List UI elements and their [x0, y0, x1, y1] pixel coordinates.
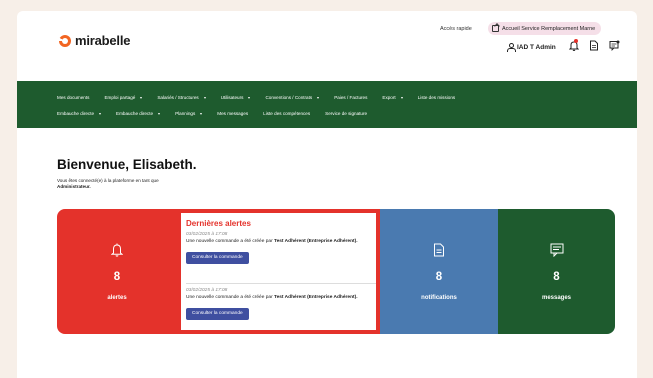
notifications-icon-wrap [380, 243, 498, 257]
caret-down-icon [140, 96, 143, 99]
view-order-button[interactable]: Consulter la commande [186, 308, 249, 321]
alerts-icon-wrap [57, 243, 177, 257]
bell-icon [111, 243, 123, 257]
alerts-count: 8 [113, 271, 121, 283]
alert-message-text: Une nouvelle commande a été créée par [186, 295, 273, 300]
nav-item-missions[interactable]: Liste des missions [418, 95, 456, 100]
nav-label: Utilisateurs [220, 95, 244, 100]
nav-item-documents[interactable]: Mes documents [57, 95, 89, 100]
document-icon [434, 243, 444, 257]
nav-label: Conventions / Contrats [265, 95, 313, 100]
notifications-count: 8 [435, 271, 443, 283]
nav-item-direct-hire-1[interactable]: Embauche directe [57, 111, 102, 116]
nav-item-signature[interactable]: Service de signature [325, 111, 367, 116]
caret-down-icon [200, 112, 203, 115]
messages-icon-wrap [498, 243, 615, 257]
alert-message-author: Test Adhérent (Entreprise Adhérent). [274, 295, 358, 300]
caret-down-icon [99, 112, 102, 115]
nav-item-plannings[interactable]: Plannings [175, 111, 203, 116]
nav-item-employees-structures[interactable]: Salariés / Structures [157, 95, 206, 100]
caret-down-icon [248, 96, 251, 99]
nav-label: Paies / Factures [334, 95, 368, 100]
nav-label: Liste des compétences [263, 111, 311, 116]
document-icon [590, 40, 598, 51]
mirabelle-logo-icon [59, 34, 71, 47]
service-home-label: Accueil Service Remplacement Marne [502, 25, 596, 32]
nav-item-pay-invoices[interactable]: Paies / Factures [334, 95, 367, 100]
connection-role: Administrateur. [57, 184, 91, 189]
user-icon [507, 43, 516, 52]
nav-label: Service de signature [325, 111, 368, 116]
nav-item-skills[interactable]: Liste des compétences [263, 111, 310, 116]
nav-item-export[interactable]: Export [382, 95, 403, 100]
caret-down-icon [158, 112, 161, 115]
header-icons [569, 39, 620, 51]
messages-label: messages [541, 295, 572, 301]
dashboard-cards: 8 alertes Dernières alertes 03/02/2025 à… [57, 209, 615, 334]
nav-item-direct-hire-2[interactable]: Embauche directe [116, 111, 161, 116]
alert-message: Une nouvelle commande a été créée par Te… [186, 239, 374, 245]
recent-alerts-box: Dernières alertes 03/02/2025 à 17:08 Une… [179, 211, 378, 332]
user-name: IAD T Admin [517, 43, 556, 51]
alert-date: 03/02/2025 à 17:08 [186, 232, 228, 237]
nav-label: Embauche directe [57, 111, 95, 116]
home-icon [492, 25, 499, 32]
nav-item-shared-employment[interactable]: Emploi partagé [104, 95, 143, 100]
messages-button[interactable] [609, 40, 620, 51]
documents-button[interactable] [589, 40, 599, 51]
nav-item-my-messages[interactable]: Mes messages [217, 111, 248, 116]
alerts-label: alertes [107, 295, 127, 301]
alert-item: 03/02/2025 à 17:08 Une nouvelle commande… [186, 232, 374, 265]
message-icon [550, 243, 563, 257]
nav-item-conventions-contracts[interactable]: Conventions / Contrats [265, 95, 320, 100]
nav-label: Export [382, 95, 396, 100]
alert-date: 03/02/2025 à 17:08 [186, 288, 228, 293]
messages-card[interactable]: 8 messages [498, 209, 615, 334]
connection-text: Vous êtes connecté(e) à la plateforme en… [57, 178, 159, 183]
nav-label: Plannings [175, 111, 196, 116]
view-order-button[interactable]: Consulter la commande [186, 252, 249, 265]
caret-down-icon [400, 96, 403, 99]
recent-alerts-title: Dernières alertes [186, 219, 251, 228]
caret-down-icon [317, 96, 320, 99]
nav-row-primary: Mes documents Emploi partagé Salariés / … [57, 95, 470, 100]
alerts-card[interactable]: 8 alertes [57, 209, 177, 334]
alert-message-author: Test Adhérent (Entreprise Adhérent). [274, 239, 358, 244]
alert-divider [186, 283, 376, 284]
service-home-button[interactable]: Accueil Service Remplacement Marne [488, 22, 602, 35]
nav-label: Emploi partagé [104, 95, 136, 100]
page-title: Bienvenue, Elisabeth. [57, 157, 197, 172]
notifications-card[interactable]: 8 notifications [380, 209, 498, 334]
user-menu[interactable]: IAD T Admin [507, 43, 556, 52]
nav-label: Liste des missions [417, 95, 456, 100]
notification-dot [574, 39, 578, 43]
alert-message-text: Une nouvelle commande a été créée par [186, 239, 273, 244]
logo[interactable]: mirabelle [59, 33, 130, 48]
notification-bell-button[interactable] [569, 39, 579, 51]
nav-row-secondary: Embauche directe Embauche directe Planni… [57, 111, 382, 116]
caret-down-icon [203, 96, 206, 99]
main-navigation: Mes documents Emploi partagé Salariés / … [17, 81, 637, 128]
nav-label: Salariés / Structures [157, 95, 199, 100]
connection-info: Vous êtes connecté(e) à la plateforme en… [57, 178, 207, 190]
nav-label: Mes messages [217, 111, 249, 116]
nav-label: Embauche directe [116, 111, 154, 116]
quick-access-label: Accès rapide [440, 26, 472, 32]
messages-count: 8 [553, 271, 560, 283]
brand-name: mirabelle [75, 33, 131, 48]
nav-label: Mes documents [57, 95, 90, 100]
page: mirabelle Accès rapide Accueil Service R… [17, 11, 637, 378]
recent-alerts-panel: Dernières alertes 03/02/2025 à 17:08 Une… [177, 209, 380, 334]
alert-message: Une nouvelle commande a été créée par Te… [186, 295, 374, 301]
notifications-label: notifications [421, 295, 457, 301]
alert-item: 03/02/2025 à 17:08 Une nouvelle commande… [186, 288, 374, 321]
message-icon [609, 40, 620, 51]
nav-item-users[interactable]: Utilisateurs [221, 95, 251, 100]
